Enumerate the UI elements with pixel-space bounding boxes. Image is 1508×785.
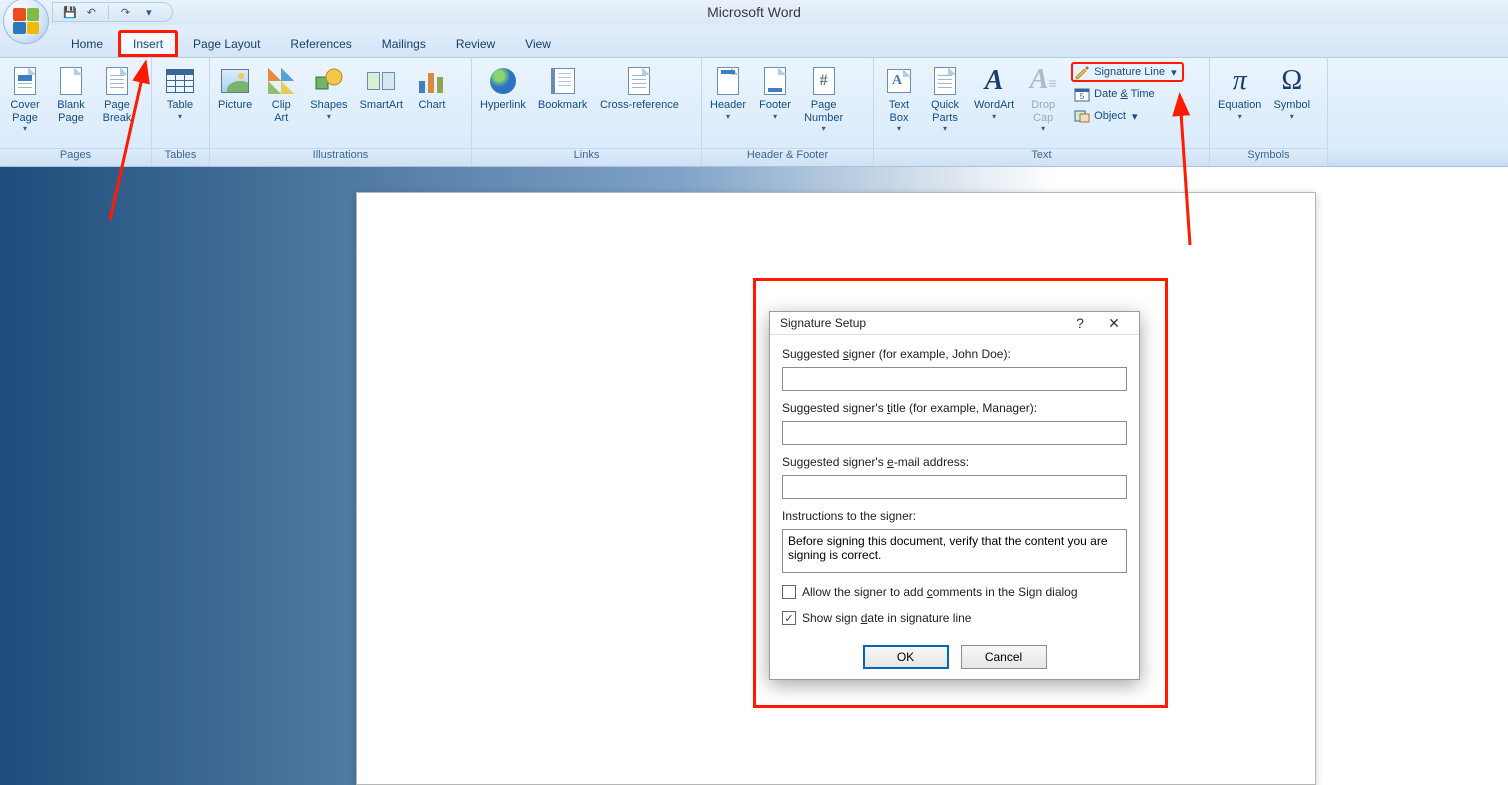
quick-parts-icon xyxy=(934,67,956,95)
save-icon[interactable]: 💾 xyxy=(63,6,77,19)
bookmark-button[interactable]: Bookmark xyxy=(533,62,593,115)
wordart-icon: A xyxy=(985,67,1004,95)
header-icon xyxy=(717,67,739,95)
qat-separator xyxy=(108,5,109,19)
cover-page-button[interactable]: Cover Page▾ xyxy=(3,62,47,136)
clip-art-button[interactable]: Clip Art xyxy=(259,62,303,127)
quick-parts-button[interactable]: Quick Parts▾ xyxy=(923,62,967,136)
blank-page-button[interactable]: Blank Page xyxy=(49,62,93,127)
annotation-arrow-signature xyxy=(1170,90,1210,250)
group-label-hf: Header & Footer xyxy=(702,148,873,166)
tab-insert[interactable]: Insert xyxy=(118,30,178,57)
wordart-button[interactable]: A WordArt▾ xyxy=(969,62,1019,124)
checkbox-label: Show sign date in signature line xyxy=(802,611,971,625)
smartart-button[interactable]: SmartArt xyxy=(355,62,408,115)
picture-icon xyxy=(221,69,249,93)
app-title: Microsoft Word xyxy=(0,0,1508,25)
tab-home[interactable]: Home xyxy=(56,30,118,57)
text-box-icon: A xyxy=(887,69,911,93)
dialog-close-button[interactable]: ✕ xyxy=(1097,312,1131,334)
calendar-icon: 5 xyxy=(1074,86,1090,102)
dialog-title: Signature Setup xyxy=(780,316,1063,330)
annotation-arrow-insert xyxy=(100,55,160,225)
page-number-icon: # xyxy=(813,67,835,95)
checkbox-label: Allow the signer to add comments in the … xyxy=(802,585,1078,599)
signature-icon xyxy=(1074,64,1090,80)
group-label-text: Text xyxy=(874,148,1209,166)
table-icon xyxy=(166,69,194,93)
signature-line-button[interactable]: Signature Line▾ xyxy=(1071,62,1183,82)
clip-art-icon xyxy=(268,68,294,94)
chart-button[interactable]: Chart xyxy=(410,62,454,115)
tab-view[interactable]: View xyxy=(510,30,566,57)
group-label-tables: Tables xyxy=(152,148,209,166)
group-label-illus: Illustrations xyxy=(210,148,471,166)
chart-icon xyxy=(419,69,445,93)
bookmark-icon xyxy=(551,68,575,94)
ribbon: Cover Page▾ Blank Page Page Break Pages … xyxy=(0,58,1508,167)
input-email[interactable] xyxy=(782,475,1127,499)
tab-mailings[interactable]: Mailings xyxy=(367,30,441,57)
hyperlink-button[interactable]: Hyperlink xyxy=(475,62,531,115)
input-signer[interactable] xyxy=(782,367,1127,391)
titlebar: 💾 ↶ ↷ ▾ Microsoft Word xyxy=(0,0,1508,25)
footer-icon xyxy=(764,67,786,95)
omega-icon: Ω xyxy=(1281,67,1302,95)
header-button[interactable]: Header▾ xyxy=(705,62,751,124)
smartart-icon xyxy=(367,69,395,93)
drop-cap-button[interactable]: A≡ Drop Cap▾ xyxy=(1021,62,1065,136)
checkbox-show-date[interactable]: ✓ Show sign date in signature line xyxy=(782,611,1127,625)
checkbox-allow-comments[interactable]: Allow the signer to add comments in the … xyxy=(782,585,1127,599)
svg-text:5: 5 xyxy=(1080,92,1085,101)
tab-page-layout[interactable]: Page Layout xyxy=(178,30,275,57)
tab-references[interactable]: References xyxy=(275,30,366,57)
cover-page-icon xyxy=(14,67,36,95)
group-label-symbols: Symbols xyxy=(1210,148,1327,166)
symbol-button[interactable]: Ω Symbol▾ xyxy=(1268,62,1315,124)
date-time-button[interactable]: 5 Date & Time xyxy=(1071,84,1183,104)
label-instructions: Instructions to the signer: xyxy=(782,505,1127,523)
picture-button[interactable]: Picture xyxy=(213,62,257,115)
drop-cap-icon: A≡ xyxy=(1030,66,1057,97)
object-button[interactable]: Object▾ xyxy=(1071,106,1183,126)
undo-icon[interactable]: ↶ xyxy=(87,6,96,19)
group-label-links: Links xyxy=(472,148,701,166)
cross-ref-button[interactable]: Cross-reference xyxy=(594,62,684,115)
qat-more-icon[interactable]: ▾ xyxy=(146,6,152,19)
checkbox-icon xyxy=(782,585,796,599)
office-logo-icon xyxy=(13,8,39,34)
input-title[interactable] xyxy=(782,421,1127,445)
ok-button[interactable]: OK xyxy=(863,645,949,669)
cancel-button[interactable]: Cancel xyxy=(961,645,1047,669)
equation-button[interactable]: π Equation▾ xyxy=(1213,62,1266,124)
table-button[interactable]: Table▾ xyxy=(155,62,205,124)
shapes-button[interactable]: Shapes▾ xyxy=(305,62,352,124)
dialog-help-button[interactable]: ? xyxy=(1063,312,1097,334)
label-signer: Suggested signer (for example, John Doe)… xyxy=(782,343,1127,361)
checkbox-icon: ✓ xyxy=(782,611,796,625)
footer-button[interactable]: Footer▾ xyxy=(753,62,797,124)
signature-setup-dialog: Signature Setup ? ✕ Suggested signer (fo… xyxy=(769,311,1140,680)
object-icon xyxy=(1074,108,1090,124)
cross-ref-icon xyxy=(628,67,650,95)
shapes-icon xyxy=(313,65,345,97)
tab-review[interactable]: Review xyxy=(441,30,510,57)
blank-page-icon xyxy=(60,67,82,95)
redo-icon[interactable]: ↷ xyxy=(121,6,130,19)
label-email: Suggested signer's e-mail address: xyxy=(782,451,1127,469)
office-button[interactable] xyxy=(3,0,49,44)
input-instructions[interactable] xyxy=(782,529,1127,573)
globe-icon xyxy=(490,68,516,94)
text-box-button[interactable]: A Text Box▾ xyxy=(877,62,921,136)
quick-access-toolbar: 💾 ↶ ↷ ▾ xyxy=(52,2,173,22)
page-number-button[interactable]: # Page Number▾ xyxy=(799,62,848,136)
pi-icon: π xyxy=(1233,67,1247,95)
label-title: Suggested signer's title (for example, M… xyxy=(782,397,1127,415)
ribbon-tabs: Home Insert Page Layout References Maili… xyxy=(0,25,1508,58)
dialog-titlebar[interactable]: Signature Setup ? ✕ xyxy=(770,312,1139,335)
